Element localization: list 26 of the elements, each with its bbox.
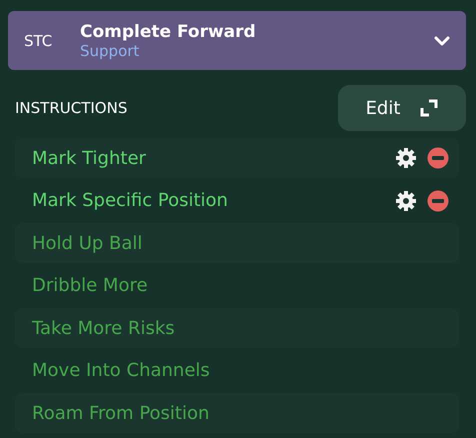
instruction-item[interactable]: Mark Specific Position [15,180,459,220]
instruction-label: Mark Tighter [32,148,147,168]
instruction-item[interactable]: Hold Up Ball [15,223,459,263]
instruction-item[interactable]: Mark Tighter [15,138,459,178]
instruction-label: Mark Specific Position [32,190,229,211]
instruction-item[interactable]: Take More Risks [15,308,459,348]
remove-icon[interactable] [427,190,449,212]
instruction-item[interactable]: Dribble More [15,266,459,306]
instruction-label: Roam From Position [32,402,210,424]
role-selector[interactable]: STC Complete Forward Support [8,11,466,70]
instruction-label: Hold Up Ball [32,232,144,254]
section-title: INSTRUCTIONS [15,99,128,117]
instruction-label: Dribble More [32,275,149,296]
expand-icon [420,99,438,117]
instruction-item[interactable]: Move Into Channels [15,350,459,390]
settings-icon[interactable] [395,147,417,169]
instruction-label: Move Into Channels [32,360,211,381]
chevron-down-icon [434,36,450,46]
role-duty: Support [80,42,140,60]
instruction-label: Take More Risks [32,318,176,338]
role-name: Complete Forward [80,22,257,42]
settings-icon[interactable] [395,190,417,212]
instruction-item[interactable]: Roam From Position [15,393,459,433]
edit-button[interactable]: Edit [338,85,466,131]
remove-icon[interactable] [427,147,449,169]
position-label: STC [24,32,54,50]
